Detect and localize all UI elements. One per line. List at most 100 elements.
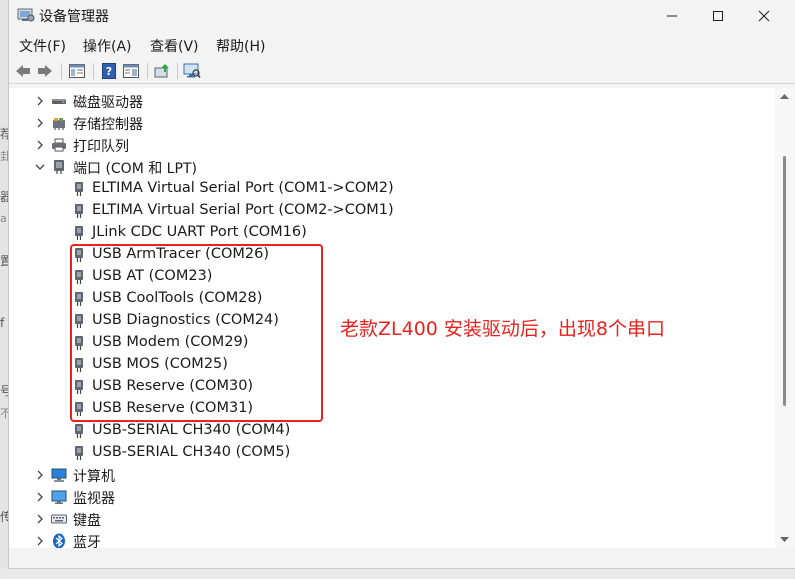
- tree-node-label: 存储控制器: [73, 117, 143, 133]
- arrow-right-icon: [38, 65, 52, 77]
- svg-text:?: ?: [106, 65, 112, 78]
- tree-node-label: 监视器: [73, 491, 115, 507]
- port-label: USB CoolTools (COM28): [92, 290, 263, 306]
- title-bar[interactable]: 设备管理器: [9, 0, 795, 32]
- tree-node-label: 计算机: [73, 469, 115, 485]
- tree-node-monitors[interactable]: 监视器: [9, 486, 769, 508]
- tree-node-label: 键盘: [73, 513, 101, 529]
- scrollbar-thumb[interactable]: [783, 156, 786, 406]
- port-label: USB Diagnostics (COM24): [92, 312, 279, 328]
- chevron-right-icon[interactable]: [34, 535, 46, 547]
- tree-node-disk-drives[interactable]: 磁盘驱动器: [9, 90, 769, 112]
- menu-action[interactable]: 操作(A): [83, 36, 132, 56]
- toolbar-separator: [147, 63, 148, 79]
- toolbar-separator: [177, 63, 178, 79]
- tree-node-storage-controllers[interactable]: 存储控制器: [9, 112, 769, 134]
- chevron-down-icon[interactable]: [34, 161, 46, 173]
- tree-node-print-queues[interactable]: 打印队列: [9, 134, 769, 156]
- scroll-up-arrow-icon[interactable]: [779, 92, 790, 100]
- chevron-right-icon[interactable]: [34, 469, 46, 481]
- toolbar: ?: [9, 58, 795, 84]
- scan-hardware-button[interactable]: [182, 61, 202, 81]
- port-item[interactable]: JLink CDC UART Port (COM16): [9, 222, 769, 244]
- menu-bar: 文件(F) 操作(A) 查看(V) 帮助(H): [9, 32, 795, 58]
- tree-node-label: 蓝牙: [73, 535, 101, 548]
- menu-help[interactable]: 帮助(H): [216, 36, 265, 56]
- port-icon: [54, 160, 64, 174]
- vertical-scrollbar[interactable]: [775, 88, 794, 548]
- port-label: ELTIMA Virtual Serial Port (COM2->COM1): [92, 202, 394, 218]
- minimize-button[interactable]: [649, 0, 695, 32]
- update-driver-icon: [154, 64, 169, 78]
- serial-port-icon: [75, 446, 83, 460]
- details-view-button[interactable]: [121, 61, 141, 81]
- scan-monitor-icon: [183, 63, 201, 78]
- port-item[interactable]: ELTIMA Virtual Serial Port (COM1->COM2): [9, 178, 769, 200]
- maximize-icon: [713, 11, 723, 21]
- tree-node-keyboards[interactable]: 键盘: [9, 508, 769, 530]
- tree-node-ports[interactable]: 端口 (COM 和 LPT): [9, 156, 769, 178]
- minimize-icon: [667, 15, 677, 17]
- bluetooth-icon: [53, 533, 65, 548]
- port-label: USB-SERIAL CH340 (COM4): [92, 422, 291, 438]
- menu-file[interactable]: 文件(F): [19, 36, 66, 56]
- tree-node-label: 打印队列: [73, 139, 129, 155]
- port-item[interactable]: USB Reserve (COM31): [9, 398, 769, 420]
- printer-icon: [52, 138, 66, 152]
- port-item[interactable]: USB CoolTools (COM28): [9, 288, 769, 310]
- port-item[interactable]: USB ArmTracer (COM26): [9, 244, 769, 266]
- forward-button[interactable]: [35, 61, 55, 81]
- serial-port-icon: [75, 292, 83, 306]
- serial-port-icon: [75, 270, 83, 284]
- port-label: USB Reserve (COM31): [92, 400, 254, 416]
- horizontal-scrollbar-area: [9, 548, 794, 568]
- serial-port-icon: [75, 182, 83, 196]
- port-item[interactable]: USB Reserve (COM30): [9, 376, 769, 398]
- close-icon: [758, 10, 770, 22]
- chevron-right-icon[interactable]: [34, 139, 46, 151]
- help-book-icon: ?: [102, 63, 116, 79]
- port-label: JLink CDC UART Port (COM16): [92, 224, 307, 240]
- serial-port-icon: [75, 424, 83, 438]
- port-label: USB MOS (COM25): [92, 356, 228, 372]
- serial-port-icon: [75, 226, 83, 240]
- tree-node-label: 磁盘驱动器: [73, 95, 143, 111]
- port-item[interactable]: USB-SERIAL CH340 (COM4): [9, 420, 769, 442]
- back-button[interactable]: [13, 61, 33, 81]
- serial-port-icon: [75, 402, 83, 416]
- chevron-right-icon[interactable]: [34, 513, 46, 525]
- serial-port-icon: [75, 204, 83, 218]
- details-pane-icon: [123, 64, 139, 78]
- port-item[interactable]: USB-SERIAL CH340 (COM5): [9, 442, 769, 464]
- disk-drive-icon: [52, 99, 66, 104]
- chevron-right-icon[interactable]: [34, 95, 46, 107]
- properties-view-button[interactable]: [67, 61, 87, 81]
- close-button[interactable]: [741, 0, 787, 32]
- port-item[interactable]: USB MOS (COM25): [9, 354, 769, 376]
- help-button[interactable]: ?: [99, 61, 119, 81]
- port-label: USB Reserve (COM30): [92, 378, 254, 394]
- chevron-right-icon[interactable]: [34, 491, 46, 503]
- port-item[interactable]: ELTIMA Virtual Serial Port (COM2->COM1): [9, 200, 769, 222]
- scroll-down-arrow-icon[interactable]: [779, 536, 790, 544]
- computer-icon: [51, 468, 67, 482]
- serial-port-icon: [75, 248, 83, 262]
- device-manager-window: 设备管理器 文件(F) 操作(A) 查看(V) 帮助(H) ? 磁盘驱动器 存储…: [8, 0, 795, 569]
- keyboard-icon: [51, 514, 67, 524]
- chevron-right-icon[interactable]: [34, 117, 46, 129]
- port-item[interactable]: USB AT (COM23): [9, 266, 769, 288]
- port-label: USB ArmTracer (COM26): [92, 246, 269, 262]
- tree-node-computer[interactable]: 计算机: [9, 464, 769, 486]
- maximize-button[interactable]: [695, 0, 741, 32]
- menu-view[interactable]: 查看(V): [150, 36, 199, 56]
- tree-node-bluetooth[interactable]: 蓝牙: [9, 530, 769, 548]
- serial-port-icon: [75, 314, 83, 328]
- port-label: ELTIMA Virtual Serial Port (COM1->COM2): [92, 180, 394, 196]
- port-label: USB Modem (COM29): [92, 334, 249, 350]
- annotation-text: 老款ZL400 安装驱动后，出现8个串口: [340, 318, 665, 340]
- update-driver-button[interactable]: [152, 61, 172, 81]
- port-label: USB AT (COM23): [92, 268, 213, 284]
- window-list-icon: [69, 64, 85, 78]
- port-label: USB-SERIAL CH340 (COM5): [92, 444, 291, 460]
- serial-port-icon: [75, 336, 83, 350]
